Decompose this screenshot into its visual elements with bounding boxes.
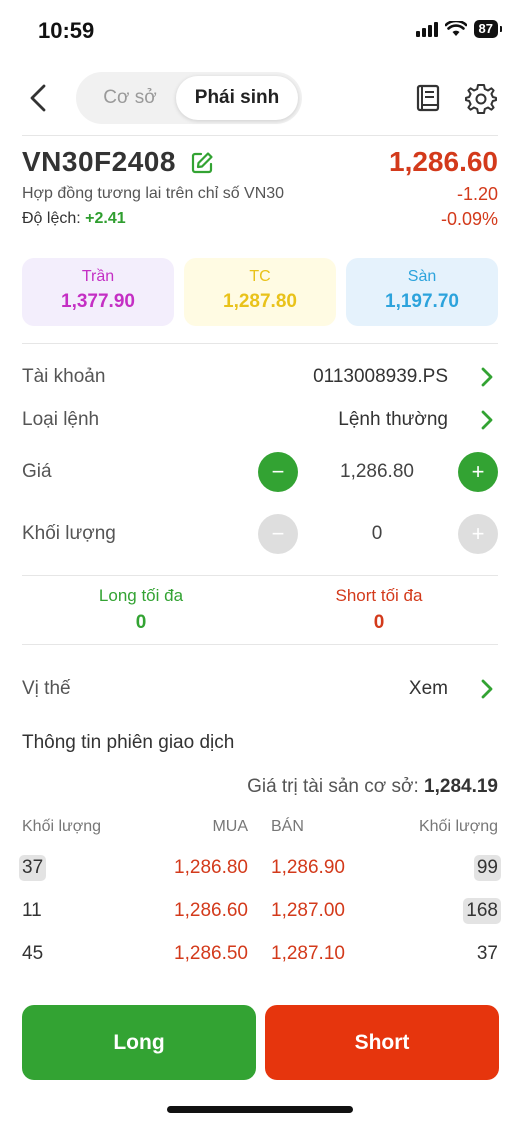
ceiling-card: Trần 1,377.90 <box>22 258 174 326</box>
scroll-fade <box>0 978 520 1004</box>
section-title: Thông tin phiên giao dịch <box>22 732 235 753</box>
price-input[interactable]: 1,286.80 <box>298 461 456 483</box>
volume-input[interactable]: 0 <box>298 523 456 545</box>
deviation-label: Độ lệch: <box>22 210 81 227</box>
reference-card: TC 1,287.80 <box>184 258 336 326</box>
market-segmented-control: Cơ sở Phái sinh <box>76 72 302 124</box>
account-value[interactable]: 0113008939.PS <box>313 366 448 388</box>
wifi-icon <box>444 21 467 36</box>
gear-icon[interactable] <box>465 82 497 114</box>
bid-volume: 11 <box>22 900 42 921</box>
bid-header: MUA <box>212 818 248 835</box>
ceiling-value: 1,377.90 <box>61 291 135 312</box>
bid-price[interactable]: 1,286.80 <box>174 857 248 879</box>
volume-decrease-button[interactable]: − <box>258 514 298 554</box>
ask-volume-header: Khối lượng <box>418 818 498 835</box>
contract-symbol: VN30F2408 <box>22 146 176 177</box>
bid-volume: 37 <box>19 855 47 881</box>
floor-label: Sàn <box>407 268 437 285</box>
deviation-value: +2.41 <box>85 210 126 227</box>
deviation: Độ lệch: +2.41 <box>22 210 126 228</box>
chevron-right-icon[interactable] <box>476 365 498 389</box>
floor-value: 1,197.70 <box>385 291 459 312</box>
volume-increase-button[interactable]: + <box>458 514 498 554</box>
underlying-value-label: Giá trị tài sản cơ sở: <box>247 776 419 797</box>
edit-icon[interactable] <box>190 151 214 175</box>
position-label: Vị thế <box>22 678 71 699</box>
ceiling-label: Trần <box>81 268 115 285</box>
ask-volume: 37 <box>476 943 498 964</box>
long-button[interactable]: Long <box>22 1005 256 1080</box>
tab-derivatives[interactable]: Phái sinh <box>176 76 298 120</box>
divider <box>22 135 498 136</box>
signal-icon <box>415 21 438 37</box>
order-type-label: Loại lệnh <box>22 409 100 430</box>
short-max-value: 0 <box>373 612 385 633</box>
reference-value: 1,287.80 <box>223 291 297 312</box>
long-max-value: 0 <box>135 612 147 633</box>
bid-volume: 45 <box>22 943 44 964</box>
header: Cơ sở Phái sinh <box>0 70 520 126</box>
bid-volume-header: Khối lượng <box>22 818 102 835</box>
long-max-label: Long tối đa <box>98 586 184 605</box>
status-bar: 10:59 87 <box>0 0 520 60</box>
price-label: Giá <box>22 461 52 482</box>
ask-volume: 99 <box>473 855 501 881</box>
price-change-pct: -0.09% <box>440 209 498 229</box>
short-button[interactable]: Short <box>265 1005 499 1080</box>
divider <box>22 343 498 344</box>
floor-card: Sàn 1,197.70 <box>346 258 498 326</box>
bid-price[interactable]: 1,286.50 <box>174 943 248 965</box>
bid-price[interactable]: 1,286.60 <box>174 900 248 922</box>
price-decrease-button[interactable]: − <box>258 452 298 492</box>
account-label: Tài khoản <box>22 366 106 387</box>
status-icons: 87 <box>415 20 503 38</box>
price-increase-button[interactable]: + <box>458 452 498 492</box>
reference-label: TC <box>249 268 271 285</box>
short-max-label: Short tối đa <box>335 586 423 605</box>
chevron-right-icon[interactable] <box>476 677 498 701</box>
chevron-right-icon[interactable] <box>476 408 498 432</box>
tab-spot[interactable]: Cơ sở <box>82 76 178 120</box>
ask-price[interactable]: 1,287.10 <box>271 943 345 965</box>
back-icon[interactable] <box>22 80 56 116</box>
ask-price[interactable]: 1,287.00 <box>271 900 345 922</box>
divider <box>22 575 498 576</box>
contract-description: Hợp đồng tương lai trên chỉ số VN30 <box>22 185 285 202</box>
home-indicator <box>167 1106 353 1113</box>
battery-icon: 87 <box>473 20 503 38</box>
order-type-value[interactable]: Lệnh thường <box>338 409 448 431</box>
price-change: -1.20 <box>456 184 498 204</box>
ask-volume: 168 <box>463 898 501 924</box>
underlying-value-number: 1,284.19 <box>424 776 498 797</box>
position-view-link[interactable]: Xem <box>409 678 448 700</box>
last-price: 1,286.60 <box>389 146 498 177</box>
status-time: 10:59 <box>38 18 95 43</box>
volume-label: Khối lượng <box>22 523 116 544</box>
ask-price[interactable]: 1,286.90 <box>271 857 345 879</box>
divider <box>22 644 498 645</box>
book-icon[interactable] <box>412 82 444 114</box>
underlying-value: Giá trị tài sản cơ sở: 1,284.19 <box>247 776 498 798</box>
ask-header: BÁN <box>271 818 304 835</box>
